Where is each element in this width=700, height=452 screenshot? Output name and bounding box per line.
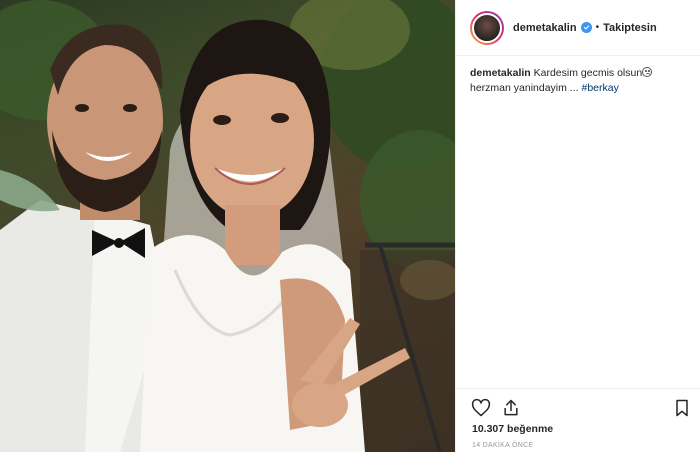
post-header: demetakalin • Takiptesin bbox=[456, 0, 700, 56]
caption-text-line1: Kardesim gecmis olsun bbox=[533, 67, 643, 79]
likes-count[interactable]: 10.307 beğenme bbox=[472, 423, 553, 435]
caption-text-line2: herzman yanindayim ... bbox=[470, 82, 579, 94]
instagram-post: demetakalin • Takiptesin demetakalin Kar… bbox=[0, 0, 700, 452]
like-button[interactable] bbox=[470, 397, 492, 419]
share-icon bbox=[504, 399, 518, 416]
following-button[interactable]: Takiptesin bbox=[603, 22, 657, 34]
bookmark-icon bbox=[676, 399, 688, 417]
save-button[interactable] bbox=[671, 397, 693, 419]
post-caption: demetakalin Kardesim gecmis olsun herzma… bbox=[470, 66, 690, 96]
share-button[interactable] bbox=[500, 397, 522, 419]
avatar-image bbox=[472, 12, 502, 43]
caption-username[interactable]: demetakalin bbox=[470, 67, 531, 79]
hashtag-link[interactable]: #berkay bbox=[581, 82, 618, 94]
verified-badge-icon bbox=[580, 22, 592, 33]
post-photo[interactable] bbox=[0, 0, 455, 452]
frown-emoji-icon bbox=[642, 67, 653, 77]
post-timestamp: 14 DAKİKA ÖNCE bbox=[472, 442, 534, 449]
post-side-panel: demetakalin • Takiptesin demetakalin Kar… bbox=[455, 0, 700, 452]
header-separator: • bbox=[595, 22, 600, 33]
wedding-photo-illustration bbox=[0, 0, 455, 452]
heart-icon bbox=[471, 398, 491, 417]
avatar[interactable] bbox=[470, 10, 504, 45]
header-username[interactable]: demetakalin bbox=[513, 22, 577, 34]
